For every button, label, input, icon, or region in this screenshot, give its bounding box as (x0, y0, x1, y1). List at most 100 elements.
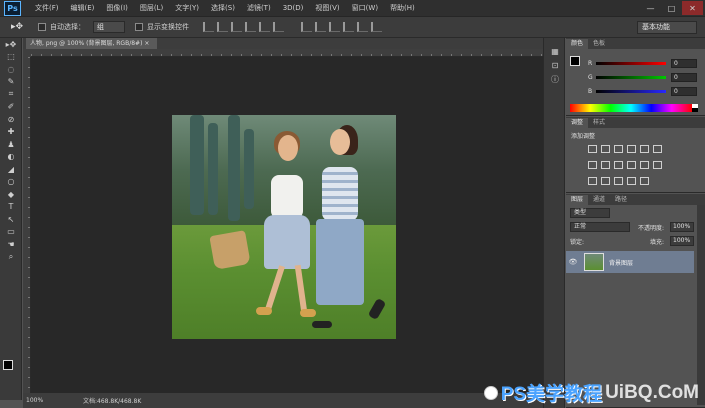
red-value[interactable]: 0 (671, 58, 697, 68)
type-tool-icon[interactable]: T (0, 201, 22, 214)
align-right-icon[interactable] (273, 22, 284, 32)
align-top-icon[interactable] (203, 22, 214, 32)
photo-filter-icon[interactable] (627, 161, 636, 169)
auto-select-checkbox[interactable] (38, 23, 46, 31)
align-bottom-icon[interactable] (231, 22, 242, 32)
opacity-field[interactable]: 100% (670, 222, 694, 232)
document-size-info[interactable]: 文档:468.8K/468.8K (53, 396, 141, 405)
brightness-contrast-icon[interactable] (588, 145, 597, 153)
path-selection-tool-icon[interactable]: ↖ (0, 213, 22, 226)
zoom-tool-icon[interactable]: ⌕ (0, 251, 22, 264)
tab-paths[interactable]: 路径 (610, 195, 632, 205)
hand-tool-icon[interactable]: ☚ (0, 238, 22, 251)
marquee-tool-icon[interactable]: ⬚ (0, 51, 22, 64)
menu-file[interactable]: 文件(F) (29, 3, 65, 13)
vertical-ruler[interactable] (23, 57, 31, 393)
tab-layers[interactable]: 图层 (566, 195, 589, 205)
quick-select-tool-icon[interactable]: ✎ (0, 76, 22, 89)
distribute-top-icon[interactable] (301, 22, 312, 32)
black-white-swatch[interactable] (692, 104, 698, 112)
red-slider[interactable] (596, 61, 666, 65)
move-tool-icon[interactable]: ▸✥ (0, 38, 22, 51)
menu-window[interactable]: 窗口(W) (346, 3, 384, 13)
visibility-eye-icon[interactable]: 👁 (566, 258, 580, 266)
menu-help[interactable]: 帮助(H) (384, 3, 421, 13)
menu-filter[interactable]: 滤镜(T) (241, 3, 277, 13)
show-transform-checkbox[interactable] (135, 23, 143, 31)
zoom-level[interactable]: 100% (23, 397, 53, 404)
align-left-icon[interactable] (245, 22, 256, 32)
distribute-bottom-icon[interactable] (329, 22, 340, 32)
tab-styles[interactable]: 样式 (588, 118, 610, 128)
crop-tool-icon[interactable]: ⌗ (0, 88, 22, 101)
black-white-icon[interactable] (614, 161, 623, 169)
levels-icon[interactable] (601, 145, 610, 153)
tab-channels[interactable]: 通道 (588, 195, 610, 205)
eyedropper-tool-icon[interactable]: ✐ (0, 101, 22, 114)
green-value[interactable]: 0 (671, 72, 697, 82)
menu-view[interactable]: 视图(V) (309, 3, 345, 13)
maximize-button[interactable]: □ (661, 1, 682, 15)
menu-3d[interactable]: 3D(D) (277, 4, 310, 12)
menu-type[interactable]: 文字(Y) (169, 3, 205, 13)
document-image[interactable] (172, 115, 396, 339)
lasso-tool-icon[interactable]: ◌ (0, 63, 22, 76)
distribute-hcenter-icon[interactable] (357, 22, 368, 32)
menu-image[interactable]: 图像(I) (100, 3, 134, 13)
color-spectrum-bar[interactable] (570, 104, 692, 112)
vibrance-icon[interactable] (640, 145, 649, 153)
posterize-icon[interactable] (601, 177, 610, 185)
color-fg-bg-swatch[interactable] (570, 56, 585, 71)
info-panel-icon[interactable]: ⓘ (544, 72, 566, 86)
horizontal-ruler[interactable] (31, 49, 543, 57)
green-slider[interactable] (596, 75, 666, 79)
foreground-color-swatch[interactable] (570, 56, 580, 66)
healing-brush-tool-icon[interactable]: ⊘ (0, 113, 22, 126)
foreground-color-swatch[interactable] (3, 360, 13, 370)
align-hcenter-icon[interactable] (259, 22, 270, 32)
fill-field[interactable]: 100% (670, 236, 694, 246)
gradient-map-triangle-icon[interactable] (653, 145, 662, 153)
menu-layer[interactable]: 图层(L) (134, 3, 169, 13)
foreground-background-colors[interactable] (3, 360, 19, 376)
clone-stamp-tool-icon[interactable]: ♟ (0, 138, 22, 151)
eraser-tool-icon[interactable]: ◢ (0, 163, 22, 176)
layer-row[interactable]: 👁 背景图层 (566, 251, 694, 273)
blend-mode-dropdown[interactable]: 正常 (570, 222, 630, 232)
rectangle-tool-icon[interactable]: ▭ (0, 226, 22, 239)
auto-select-dropdown[interactable]: 组 (93, 21, 125, 33)
move-tool-preset-icon[interactable]: ▸✥ (6, 20, 28, 35)
curves-icon[interactable] (614, 145, 623, 153)
distribute-left-icon[interactable] (343, 22, 354, 32)
workspace-dropdown[interactable]: 基本功能 (637, 21, 697, 34)
menu-select[interactable]: 选择(S) (205, 3, 241, 13)
blue-value[interactable]: 0 (671, 86, 697, 96)
hue-saturation-icon[interactable] (588, 161, 597, 169)
tab-color[interactable]: 颜色 (566, 39, 589, 49)
align-vcenter-icon[interactable] (217, 22, 228, 32)
layer-name[interactable]: 背景图层 (609, 258, 633, 267)
tab-swatches[interactable]: 色板 (588, 39, 610, 49)
layer-filter-dropdown[interactable]: 类型 (570, 208, 610, 218)
properties-panel-icon[interactable]: ⊡ (544, 58, 566, 72)
distribute-vcenter-icon[interactable] (315, 22, 326, 32)
threshold-icon[interactable] (614, 177, 623, 185)
gradient-map-icon[interactable] (627, 177, 636, 185)
layers-scrollbar[interactable] (697, 205, 705, 405)
color-balance-icon[interactable] (601, 161, 610, 169)
close-button[interactable]: ✕ (682, 1, 703, 15)
blue-slider[interactable] (596, 89, 666, 93)
menu-edit[interactable]: 编辑(E) (65, 3, 101, 13)
document-tab[interactable]: 人物, png @ 100% (背景图层, RGB/8#) × (26, 38, 158, 49)
color-lookup-icon[interactable] (653, 161, 662, 169)
blur-tool-icon[interactable]: ◆ (0, 188, 22, 201)
tab-adjustments[interactable]: 调整 (566, 118, 589, 128)
exposure-icon[interactable] (627, 145, 636, 153)
history-panel-icon[interactable]: ▦ (544, 44, 566, 58)
minimize-button[interactable]: — (640, 1, 661, 15)
selective-color-icon[interactable] (640, 177, 649, 185)
gradient-tool-icon[interactable]: ○ (0, 176, 22, 189)
brush-tool-icon[interactable]: ✚ (0, 126, 22, 139)
history-brush-tool-icon[interactable]: ◐ (0, 151, 22, 164)
channel-mixer-icon[interactable] (640, 161, 649, 169)
